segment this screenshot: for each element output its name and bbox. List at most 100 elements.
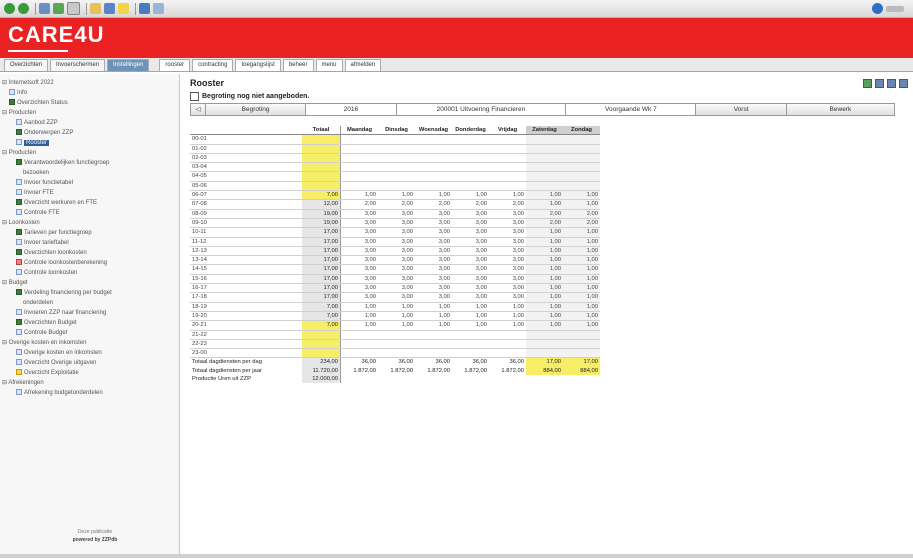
day-cell[interactable]: 3,00 — [415, 246, 452, 257]
tab-invoerschermen[interactable]: Invoerschermen — [50, 59, 106, 71]
day-cell[interactable]: 3,00 — [340, 292, 378, 303]
day-cell[interactable] — [563, 162, 600, 173]
day-cell[interactable]: 3,00 — [378, 218, 415, 229]
sidebar-item[interactable]: ⊟ Afrekeningen — [2, 378, 179, 388]
tab-instellingen[interactable]: Instellingen — [107, 59, 150, 71]
day-cell[interactable]: 3,00 — [340, 264, 378, 275]
sidebar-item[interactable]: Overzicht Exploitatie — [2, 368, 179, 378]
day-cell[interactable]: 1,00 — [452, 320, 489, 331]
day-cell[interactable] — [378, 339, 415, 350]
day-cell[interactable]: 3,00 — [340, 209, 378, 219]
day-cell[interactable] — [340, 171, 378, 182]
day-cell[interactable]: 3,00 — [489, 218, 526, 229]
day-cell[interactable]: 3,00 — [415, 227, 452, 238]
day-cell[interactable] — [415, 339, 452, 350]
day-cell[interactable] — [452, 181, 489, 192]
day-cell[interactable] — [489, 339, 526, 350]
day-cell[interactable]: 3,00 — [452, 218, 489, 229]
day-cell[interactable]: 1,00 — [340, 302, 378, 312]
forward-icon[interactable] — [18, 3, 29, 14]
day-cell[interactable]: 3,00 — [415, 209, 452, 219]
sidebar-item[interactable]: ⊟ Producten — [2, 148, 179, 158]
sidebar-item[interactable]: Rooster — [2, 138, 179, 148]
day-cell[interactable] — [415, 348, 452, 359]
day-cell[interactable]: 3,00 — [489, 274, 526, 285]
day-cell[interactable]: 3,00 — [489, 237, 526, 247]
day-cell[interactable] — [415, 330, 452, 340]
export-icon[interactable] — [875, 79, 884, 88]
total-cell[interactable]: 17,00 — [302, 246, 341, 257]
tools-icon[interactable] — [153, 3, 164, 14]
day-cell[interactable]: 1,00 — [526, 199, 563, 210]
nav-unit[interactable]: 200001 Uitvoering Financieren — [397, 104, 567, 115]
total-cell[interactable] — [302, 144, 341, 154]
day-cell[interactable] — [378, 144, 415, 154]
day-cell[interactable] — [563, 134, 600, 145]
favorites-icon[interactable] — [118, 3, 129, 14]
day-cell[interactable]: 1,00 — [563, 246, 600, 257]
day-cell[interactable] — [452, 348, 489, 359]
day-cell[interactable]: 1,00 — [526, 274, 563, 285]
day-cell[interactable]: 1,00 — [563, 237, 600, 247]
day-cell[interactable]: 3,00 — [415, 292, 452, 303]
day-cell[interactable]: 3,00 — [452, 283, 489, 294]
total-cell[interactable] — [302, 330, 341, 340]
subtab-toegangslijst[interactable]: toegangslijst — [235, 59, 281, 71]
day-cell[interactable]: 3,00 — [378, 264, 415, 275]
day-cell[interactable]: 1,00 — [489, 311, 526, 322]
sidebar-item[interactable]: ⊟ Producten — [2, 108, 179, 118]
day-cell[interactable]: 3,00 — [378, 227, 415, 238]
day-cell[interactable]: 3,00 — [340, 255, 378, 266]
sidebar-item[interactable]: ⊟ Budget — [2, 278, 179, 288]
day-cell[interactable]: 1,00 — [526, 237, 563, 247]
day-cell[interactable]: 1,00 — [489, 190, 526, 201]
day-cell[interactable]: 3,00 — [489, 264, 526, 275]
day-cell[interactable]: 3,00 — [452, 255, 489, 266]
day-cell[interactable]: 3,00 — [452, 227, 489, 238]
mail-icon[interactable] — [90, 3, 101, 14]
day-cell[interactable] — [452, 153, 489, 164]
nav-vorst-button[interactable]: Vorst — [696, 104, 787, 115]
total-cell[interactable] — [302, 181, 341, 192]
sidebar-item[interactable]: Controle loonkostenberekening — [2, 258, 179, 268]
total-cell[interactable]: 19,00 — [302, 218, 341, 229]
day-cell[interactable]: 1,00 — [563, 264, 600, 275]
day-cell[interactable]: 3,00 — [452, 292, 489, 303]
day-cell[interactable] — [489, 134, 526, 145]
subtab-rooster[interactable]: rooster — [159, 59, 191, 71]
sidebar-item[interactable]: Invoer FTE — [2, 188, 179, 198]
sidebar-item[interactable]: Overige kosten en inkomsten — [2, 348, 179, 358]
day-cell[interactable] — [452, 144, 489, 154]
sidebar-item[interactable]: Controle loonkosten — [2, 268, 179, 278]
subtab-beheer[interactable]: beheer — [282, 59, 314, 71]
day-cell[interactable]: 1,00 — [563, 283, 600, 294]
day-cell[interactable] — [563, 171, 600, 182]
day-cell[interactable]: 1,00 — [563, 227, 600, 238]
day-cell[interactable] — [526, 144, 563, 154]
sidebar-item[interactable]: Invoeren ZZP naar financiering — [2, 308, 179, 318]
sidebar-item[interactable]: Overzicht werkuren en FTE — [2, 198, 179, 208]
sidebar-item[interactable]: Invoer functietabel — [2, 178, 179, 188]
day-cell[interactable]: 3,00 — [489, 255, 526, 266]
day-cell[interactable] — [489, 162, 526, 173]
total-cell[interactable]: 17,00 — [302, 255, 341, 266]
sidebar-item[interactable]: Tarieven per functiegroep — [2, 228, 179, 238]
day-cell[interactable] — [378, 330, 415, 340]
day-cell[interactable]: 3,00 — [340, 246, 378, 257]
settings-icon[interactable] — [899, 79, 908, 88]
tab-overzichten[interactable]: Overzichten — [4, 59, 49, 71]
save-icon[interactable] — [863, 79, 872, 88]
refresh-icon[interactable] — [53, 3, 64, 14]
day-cell[interactable] — [489, 153, 526, 164]
window-controls-icon[interactable] — [886, 5, 904, 12]
day-cell[interactable] — [415, 134, 452, 145]
print-icon[interactable] — [887, 79, 896, 88]
sidebar-item[interactable]: Aanbod ZZP — [2, 118, 179, 128]
day-cell[interactable] — [415, 162, 452, 173]
day-cell[interactable]: 1,00 — [378, 190, 415, 201]
day-cell[interactable] — [563, 144, 600, 154]
day-cell[interactable] — [340, 330, 378, 340]
day-cell[interactable]: 3,00 — [489, 227, 526, 238]
day-cell[interactable]: 3,00 — [452, 274, 489, 285]
total-cell[interactable]: 7,00 — [302, 190, 341, 201]
